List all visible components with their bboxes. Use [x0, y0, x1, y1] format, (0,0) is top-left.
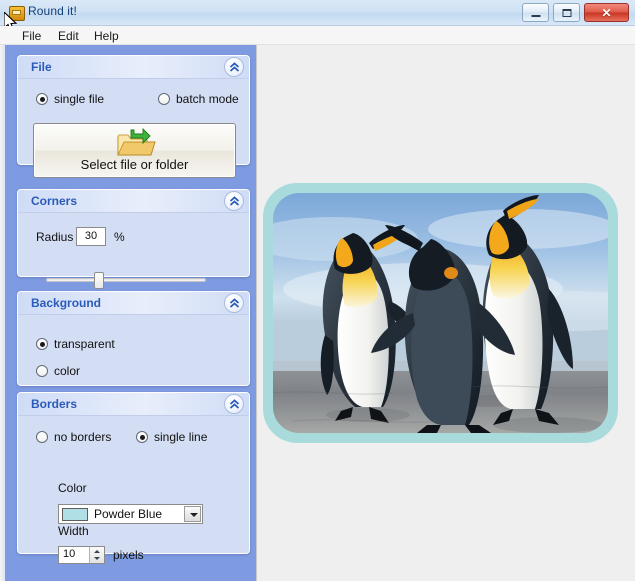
double-chevron-up-icon — [229, 298, 240, 308]
panel-corners-header: Corners — [18, 190, 249, 213]
panel-background-collapse-button[interactable] — [224, 293, 244, 313]
radio-single-line-label: single line — [154, 430, 208, 444]
panel-background-header: Background — [18, 292, 249, 315]
radio-single-file-dot — [36, 93, 48, 105]
border-color-label: Color — [58, 481, 87, 495]
select-file-or-folder-button[interactable]: Select file or folder — [33, 123, 236, 178]
chevron-down-icon[interactable] — [184, 506, 201, 522]
radius-input[interactable]: 30 — [76, 227, 106, 246]
panel-file-header: File — [18, 56, 249, 79]
border-width-spin-buttons[interactable] — [89, 547, 104, 563]
border-color-swatch — [62, 508, 88, 521]
panel-borders: Borders no borders single line Color Pow… — [17, 392, 250, 564]
panel-corners-collapse-button[interactable] — [224, 191, 244, 211]
preview-border-frame — [263, 183, 618, 443]
panel-corners-title: Corners — [31, 194, 78, 208]
image-preview[interactable] — [263, 183, 618, 443]
panel-file: File single file batch mode Select file … — [17, 55, 250, 178]
app-window: Round it! ✕ File Edit Help File single f… — [0, 0, 635, 581]
close-button[interactable]: ✕ — [584, 3, 629, 22]
border-width-unit-label: pixels — [113, 548, 144, 562]
radio-no-borders-label: no borders — [54, 430, 112, 444]
radio-batch-mode-dot — [158, 93, 170, 105]
panel-corners: Corners Radius 30 % — [17, 189, 250, 296]
menu-help[interactable]: Help — [88, 28, 125, 44]
spin-down-icon[interactable] — [94, 557, 100, 560]
radius-slider[interactable] — [46, 271, 206, 296]
panel-background: Background transparent color — [17, 291, 250, 386]
radius-slider-track — [46, 278, 206, 282]
double-chevron-up-icon — [229, 62, 240, 72]
maximize-button[interactable] — [553, 3, 580, 22]
radius-unit-label: % — [114, 230, 125, 244]
radio-transparent-label: transparent — [54, 337, 115, 351]
window-title: Round it! — [28, 4, 77, 18]
radio-batch-mode-label: batch mode — [176, 92, 239, 106]
settings-sidebar: File single file batch mode Select file … — [5, 45, 257, 581]
radius-slider-thumb[interactable] — [94, 272, 104, 289]
minimize-icon — [531, 14, 540, 17]
menu-bar: File Edit Help — [0, 26, 635, 45]
close-icon: ✕ — [601, 5, 612, 20]
app-icon — [9, 6, 25, 21]
radio-single-line-dot — [136, 431, 148, 443]
double-chevron-up-icon — [229, 399, 240, 409]
spin-up-icon[interactable] — [94, 550, 100, 553]
select-file-or-folder-label: Select file or folder — [80, 157, 189, 172]
panel-background-title: Background — [31, 296, 102, 310]
radio-no-borders-dot — [36, 431, 48, 443]
border-width-label: Width — [58, 524, 89, 538]
maximize-icon — [562, 8, 571, 17]
penguins-photo — [273, 193, 608, 433]
radius-label: Radius — [36, 230, 74, 244]
border-width-value: 10 — [63, 548, 76, 560]
border-color-value: Powder Blue — [94, 507, 163, 521]
penguins-illustration — [273, 193, 608, 433]
double-chevron-up-icon — [229, 196, 240, 206]
menu-file[interactable]: File — [16, 28, 47, 44]
panel-borders-title: Borders — [31, 397, 78, 411]
content-area: File single file batch mode Select file … — [0, 45, 635, 581]
radio-color-label: color — [54, 364, 81, 378]
border-color-select[interactable]: Powder Blue — [58, 504, 203, 524]
panel-file-collapse-button[interactable] — [224, 57, 244, 77]
radio-color-dot — [36, 365, 48, 377]
minimize-button[interactable] — [522, 3, 549, 22]
radio-transparent-dot — [36, 338, 48, 350]
panel-borders-collapse-button[interactable] — [224, 394, 244, 414]
open-folder-with-arrow-icon — [117, 128, 156, 156]
menu-edit[interactable]: Edit — [52, 28, 85, 44]
radio-single-file-label: single file — [54, 92, 105, 106]
border-width-stepper[interactable]: 10 — [58, 546, 105, 564]
window-controls: ✕ — [522, 3, 629, 22]
title-bar: Round it! ✕ — [0, 0, 635, 26]
panel-file-title: File — [31, 60, 52, 74]
panel-borders-header: Borders — [18, 393, 249, 416]
